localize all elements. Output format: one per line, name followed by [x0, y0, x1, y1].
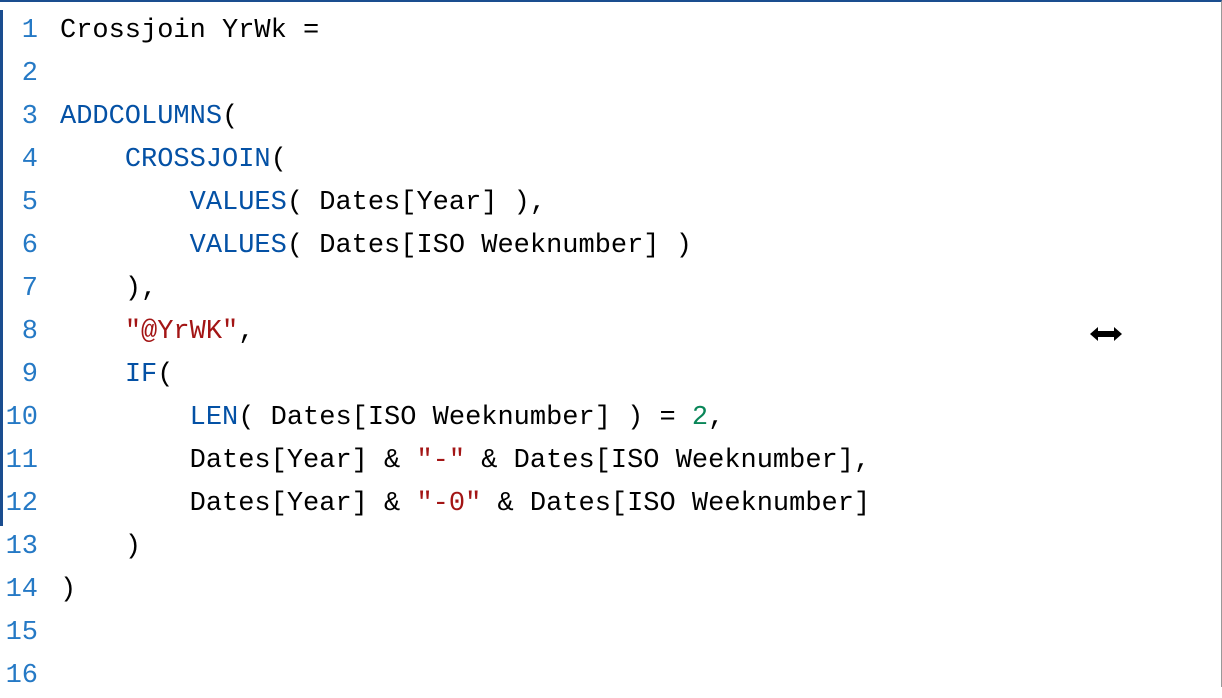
- code-line-6[interactable]: VALUES( Dates[ISO Weeknumber] ): [60, 225, 1221, 268]
- code-line-16[interactable]: [60, 655, 1221, 698]
- code-editor[interactable]: 1 2 3 4 5 6 7 8 9 10 11 12 13 14 15 16 C…: [0, 2, 1221, 687]
- line-number: 15: [0, 612, 46, 655]
- line-number: 1: [0, 10, 46, 53]
- line-number: 16: [0, 655, 46, 698]
- code-line-11[interactable]: Dates[Year] & "-" & Dates[ISO Weeknumber…: [60, 440, 1221, 483]
- code-line-9[interactable]: IF(: [60, 354, 1221, 397]
- line-number: 4: [0, 139, 46, 182]
- line-number: 9: [0, 354, 46, 397]
- line-number: 10: [0, 397, 46, 440]
- line-number: 13: [0, 526, 46, 569]
- code-line-7[interactable]: ),: [60, 268, 1221, 311]
- code-line-5[interactable]: VALUES( Dates[Year] ),: [60, 182, 1221, 225]
- line-number: 8: [0, 311, 46, 354]
- code-line-2[interactable]: [60, 53, 1221, 96]
- code-line-13[interactable]: ): [60, 526, 1221, 569]
- line-number: 2: [0, 53, 46, 96]
- code-line-8[interactable]: "@YrWK",: [60, 311, 1221, 354]
- line-number: 5: [0, 182, 46, 225]
- line-number: 14: [0, 569, 46, 612]
- line-number: 7: [0, 268, 46, 311]
- code-line-1[interactable]: Crossjoin YrWk =: [60, 10, 1221, 53]
- line-number: 11: [0, 440, 46, 483]
- line-number-gutter: 1 2 3 4 5 6 7 8 9 10 11 12 13 14 15 16: [0, 2, 46, 687]
- code-line-15[interactable]: [60, 612, 1221, 655]
- code-line-14[interactable]: ): [60, 569, 1221, 612]
- line-number: 12: [0, 483, 46, 526]
- code-line-3[interactable]: ADDCOLUMNS(: [60, 96, 1221, 139]
- code-line-12[interactable]: Dates[Year] & "-0" & Dates[ISO Weeknumbe…: [60, 483, 1221, 526]
- code-line-4[interactable]: CROSSJOIN(: [60, 139, 1221, 182]
- code-line-10[interactable]: LEN( Dates[ISO Weeknumber] ) = 2,: [60, 397, 1221, 440]
- resize-horizontal-cursor-icon: [1088, 324, 1124, 351]
- line-number: 6: [0, 225, 46, 268]
- code-area[interactable]: Crossjoin YrWk = ADDCOLUMNS( CROSSJOIN( …: [46, 2, 1221, 687]
- line-number: 3: [0, 96, 46, 139]
